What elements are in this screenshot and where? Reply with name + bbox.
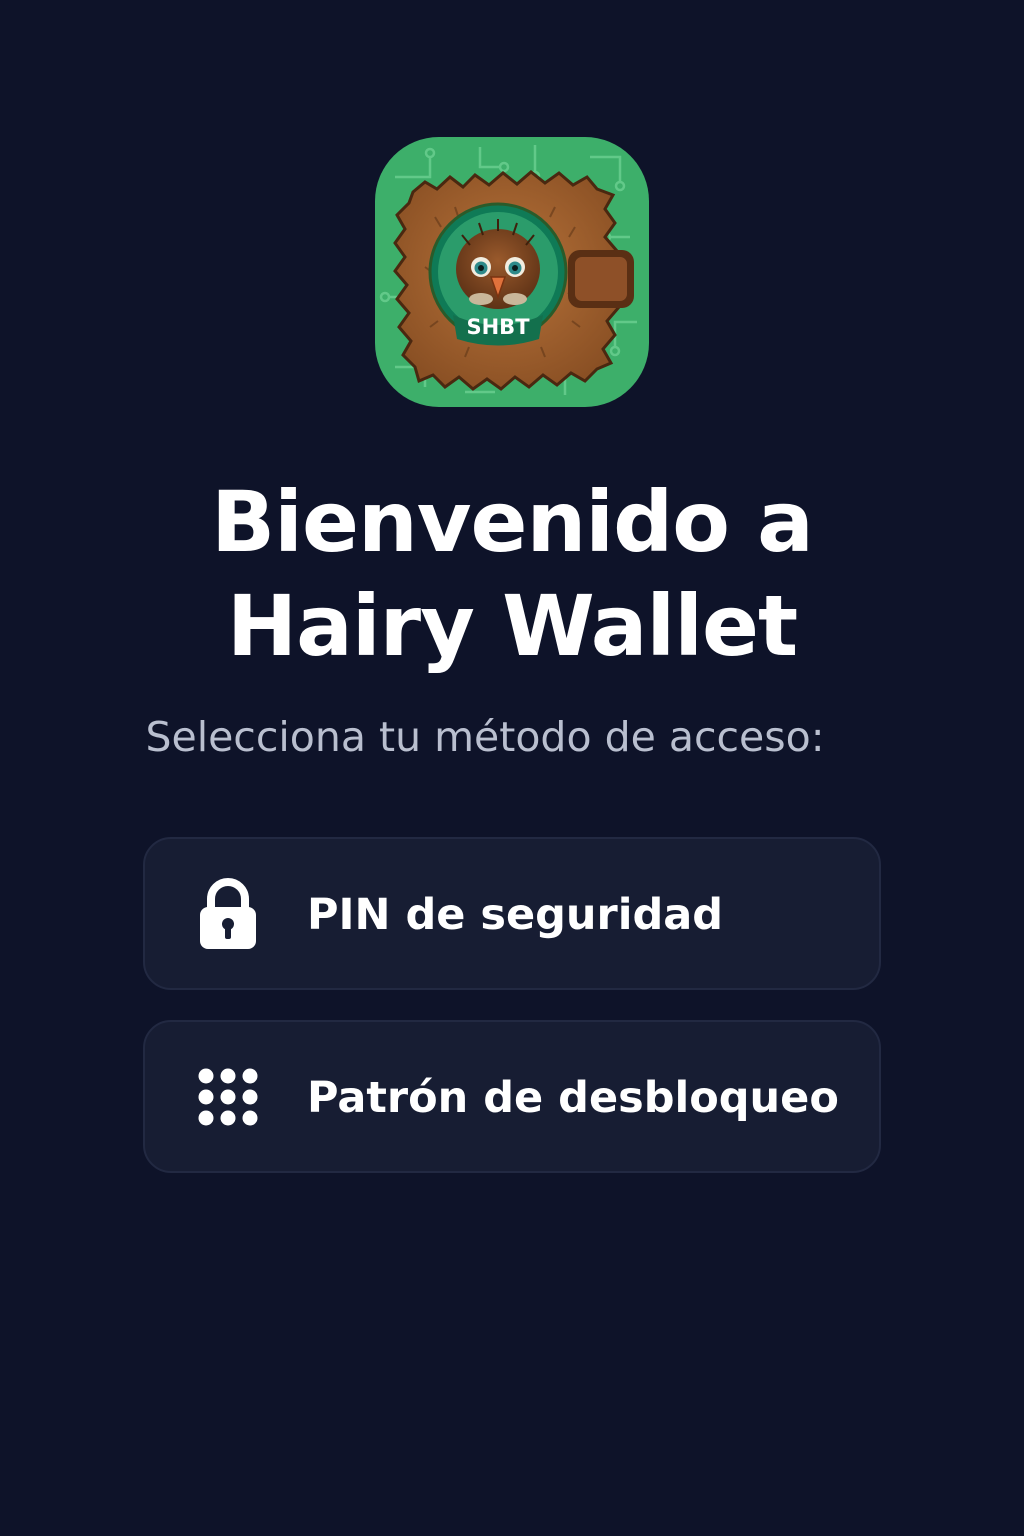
welcome-title: Bienvenido a Hairy Wallet (0, 470, 1024, 678)
logo-badge-text: SHBT (466, 315, 530, 339)
lock-icon (200, 878, 256, 949)
welcome-title-line1: Bienvenido a (211, 473, 814, 571)
login-screen: SHBT Bienvenido a Hairy Wallet Seleccion… (0, 0, 1024, 1536)
pin-option-label: PIN de seguridad (307, 890, 724, 940)
app-logo-icon: SHBT (375, 137, 649, 407)
pin-option-button[interactable]: PIN de seguridad (143, 837, 881, 990)
welcome-title-line2: Hairy Wallet (226, 577, 798, 675)
pattern-option-button[interactable]: Patrón de desbloqueo (143, 1020, 881, 1173)
pattern-grid-icon (198, 1068, 258, 1126)
pattern-option-label: Patrón de desbloqueo (307, 1073, 839, 1123)
access-method-prompt: Selecciona tu método de acceso: (145, 713, 825, 761)
